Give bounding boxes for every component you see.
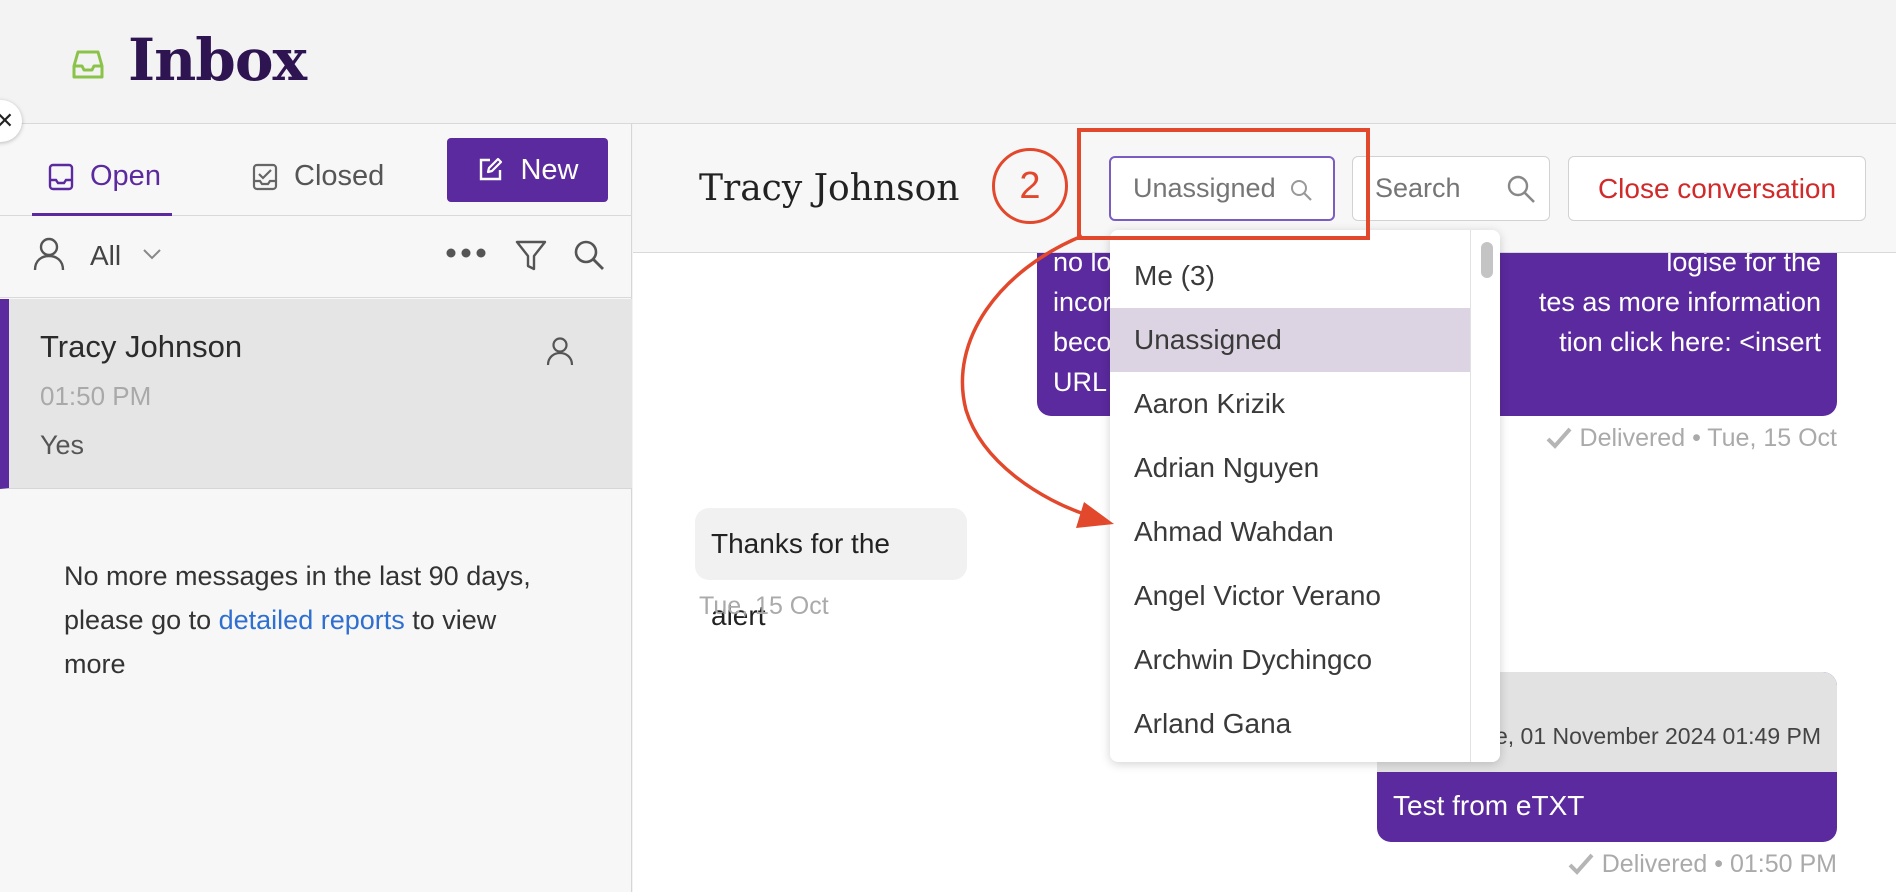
scrollbar-thumb[interactable] bbox=[1481, 242, 1493, 278]
annotation-step-marker: 2 bbox=[992, 148, 1068, 224]
contact-name-heading: Tracy Johnson bbox=[699, 168, 960, 209]
search-icon[interactable] bbox=[572, 238, 606, 272]
assignee-option[interactable]: Me (3) bbox=[1110, 244, 1470, 308]
sidebar-tabs: Open Closed New bbox=[0, 124, 632, 216]
delivery-status: Delivered • 01:50 PM bbox=[1531, 850, 1837, 879]
assignee-option-selected[interactable]: Unassigned bbox=[1110, 308, 1470, 372]
search-icon[interactable] bbox=[1506, 174, 1536, 204]
tab-open[interactable]: Open bbox=[32, 154, 172, 216]
message-date: Tue, 15 Oct bbox=[699, 592, 829, 620]
delivery-status-text: Delivered • 01:50 PM bbox=[1601, 850, 1837, 878]
assignee-option[interactable]: Archwin Dychingco bbox=[1110, 628, 1470, 692]
message-fragment: URL bbox=[1053, 367, 1108, 397]
tab-open-label: Open bbox=[90, 160, 161, 192]
message-body: Test from eTXT bbox=[1393, 790, 1585, 821]
message-fragment: beco bbox=[1053, 327, 1112, 357]
new-conversation-button[interactable]: New bbox=[447, 138, 608, 202]
annotation-highlight-box bbox=[1077, 128, 1370, 240]
close-icon: ✕ bbox=[0, 108, 14, 133]
conversation-sidebar: Open Closed New All Tracy Johnson 01:50 … bbox=[0, 124, 632, 892]
inbox-icon bbox=[72, 50, 104, 79]
conversation-list-item[interactable]: Tracy Johnson 01:50 PM Yes bbox=[0, 299, 632, 489]
message-fragment: incor bbox=[1053, 287, 1112, 317]
conversation-preview: Yes bbox=[40, 430, 85, 460]
filter-bar: All bbox=[0, 216, 632, 298]
delivery-status: Delivered • Tue, 15 Oct bbox=[1531, 424, 1837, 453]
tab-closed-label: Closed bbox=[294, 160, 385, 192]
page-title: Inbox bbox=[128, 26, 307, 94]
delivery-status-text: Delivered • Tue, 15 Oct bbox=[1579, 424, 1837, 452]
incoming-message: Thanks for the alert bbox=[695, 508, 967, 631]
filter-icon[interactable] bbox=[514, 238, 548, 272]
inbox-tray-icon bbox=[48, 163, 74, 191]
owner-filter-select[interactable]: All bbox=[90, 240, 121, 272]
close-conversation-button[interactable]: Close conversation bbox=[1568, 156, 1866, 221]
more-options-icon[interactable] bbox=[444, 242, 488, 264]
assignee-option[interactable]: Ahmad Wahdan bbox=[1110, 500, 1470, 564]
assignee-options: Me (3) Unassigned Aaron Krizik Adrian Ng… bbox=[1110, 244, 1470, 756]
conversation-contact-name: Tracy Johnson bbox=[40, 329, 243, 364]
checked-tray-icon bbox=[252, 163, 278, 191]
assignee-dropdown: Me (3) Unassigned Aaron Krizik Adrian Ng… bbox=[1110, 230, 1500, 762]
conversation-time: 01:50 PM bbox=[40, 381, 152, 411]
message-fragment: tes as more information bbox=[1538, 287, 1821, 317]
dropdown-scrollbar[interactable] bbox=[1470, 230, 1500, 762]
assignee-option[interactable]: Angel Victor Verano bbox=[1110, 564, 1470, 628]
assignee-option[interactable]: Arland Gana bbox=[1110, 692, 1470, 756]
assignee-option[interactable]: Adrian Nguyen bbox=[1110, 436, 1470, 500]
chevron-down-icon[interactable] bbox=[142, 242, 162, 266]
message-fragment: tion click here: <insert bbox=[1559, 327, 1821, 357]
person-icon bbox=[33, 237, 65, 271]
check-icon bbox=[1568, 853, 1594, 875]
app-header: Inbox bbox=[0, 0, 1896, 124]
detailed-reports-link[interactable]: detailed reports bbox=[219, 605, 405, 635]
assignee-option[interactable]: Aaron Krizik bbox=[1110, 372, 1470, 436]
new-button-label: New bbox=[520, 153, 579, 186]
no-more-messages-note: No more messages in the last 90 days, pl… bbox=[64, 554, 564, 686]
check-icon bbox=[1546, 427, 1572, 449]
compose-icon bbox=[480, 157, 503, 181]
assignee-icon bbox=[546, 337, 574, 366]
tab-closed[interactable]: Closed bbox=[250, 154, 384, 216]
